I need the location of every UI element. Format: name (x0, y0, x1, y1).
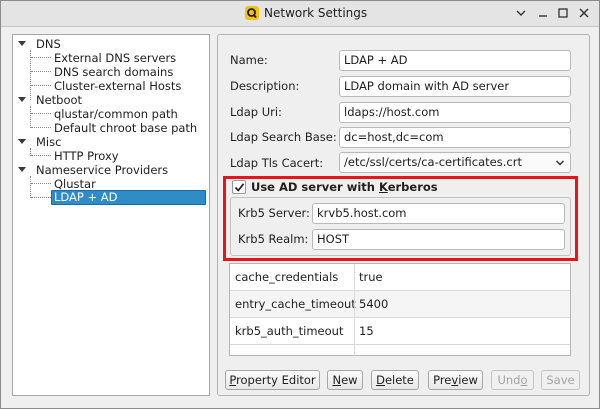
tree-item-cluster-external-hosts[interactable]: Cluster-external Hosts (54, 79, 181, 93)
ldap-search-base-label: Ldap Search Base: (230, 130, 337, 144)
ldap-tls-cacert-value: /etc/ssl/certs/ca-certificates.crt (344, 155, 522, 169)
property-editor-button[interactable]: Property Editor (225, 370, 320, 390)
krb5-server-label: Krb5 Server: (238, 206, 310, 220)
ldap-uri-label: Ldap Uri: (230, 105, 282, 119)
name-input[interactable]: LDAP + AD (339, 50, 571, 71)
preview-button[interactable]: Preview (428, 370, 483, 390)
maximize-icon[interactable] (555, 5, 571, 21)
new-button[interactable]: New (327, 370, 363, 390)
property-key: krb5_auth_timeout (235, 324, 344, 338)
tree-item-netboot[interactable]: Netboot (36, 93, 82, 107)
tree-item-misc[interactable]: Misc (36, 135, 61, 149)
tree-item-qlustar-common-path[interactable]: qlustar/common path (54, 107, 178, 121)
krb5-server-input[interactable]: krvb5.host.com (312, 203, 565, 224)
tree-item-dns[interactable]: DNS (36, 37, 61, 51)
description-label: Description: (230, 79, 300, 93)
checkmark-icon (234, 183, 245, 192)
chevron-down-icon[interactable] (17, 163, 27, 177)
use-kerberos-checkbox[interactable] (232, 180, 246, 194)
property-value: 15 (359, 324, 374, 338)
name-label: Name: (230, 53, 268, 67)
close-icon[interactable] (576, 5, 592, 21)
property-value: 5400 (359, 297, 389, 311)
qlustar-app-icon (245, 6, 259, 20)
krb5-realm-label: Krb5 Realm: (238, 232, 309, 246)
settings-tree[interactable]: DNS External DNS servers DNS search doma… (12, 34, 210, 396)
table-row[interactable]: krb5_auth_timeout 15 (230, 318, 570, 345)
delete-button[interactable]: Delete (371, 370, 419, 390)
properties-table[interactable]: cache_credentials true entry_cache_timeo… (229, 263, 571, 356)
use-kerberos-label[interactable]: Use AD server with Kerberos (251, 180, 438, 195)
title-bar[interactable]: Network Settings (1, 1, 599, 27)
tree-item-http-proxy[interactable]: HTTP Proxy (54, 149, 119, 163)
tree-item-external-dns-servers[interactable]: External DNS servers (54, 51, 176, 65)
window-title: Network Settings (264, 6, 368, 20)
save-button[interactable]: Save (541, 370, 580, 390)
minimize-icon[interactable] (535, 5, 551, 21)
property-key: entry_cache_timeout (235, 297, 356, 311)
property-value: true (359, 270, 383, 284)
krb5-realm-input[interactable]: HOST (312, 229, 565, 250)
chevron-down-icon[interactable] (17, 93, 27, 107)
ldap-tls-cacert-select[interactable]: /etc/ssl/certs/ca-certificates.crt (339, 152, 571, 173)
tree-item-ldap-ad[interactable]: LDAP + AD (51, 190, 206, 205)
chevron-down-icon (555, 156, 565, 168)
tree-item-nameservice-providers[interactable]: Nameservice Providers (36, 163, 168, 177)
undo-button[interactable]: Undo (491, 370, 534, 390)
property-key: cache_credentials (235, 270, 339, 284)
chevron-down-icon[interactable] (17, 37, 27, 51)
tree-item-default-chroot-base-path[interactable]: Default chroot base path (54, 121, 197, 135)
network-settings-window: Network Settings DNS External DNS server… (0, 0, 600, 409)
ldap-uri-input[interactable]: ldaps://host.com (339, 102, 571, 123)
chevron-down-icon[interactable] (513, 5, 529, 21)
tree-item-dns-search-domains[interactable]: DNS search domains (54, 65, 173, 79)
column-divider (354, 264, 355, 356)
tree-item-qlustar[interactable]: Qlustar (54, 177, 96, 191)
table-row[interactable]: entry_cache_timeout 5400 (230, 291, 570, 318)
chevron-down-icon[interactable] (17, 135, 27, 149)
description-input[interactable]: LDAP domain with AD server (339, 76, 571, 97)
ldap-tls-cacert-label: Ldap Tls Cacert: (230, 156, 324, 170)
ldap-search-base-input[interactable]: dc=host,dc=com (339, 127, 571, 148)
table-row[interactable]: cache_credentials true (230, 264, 570, 291)
